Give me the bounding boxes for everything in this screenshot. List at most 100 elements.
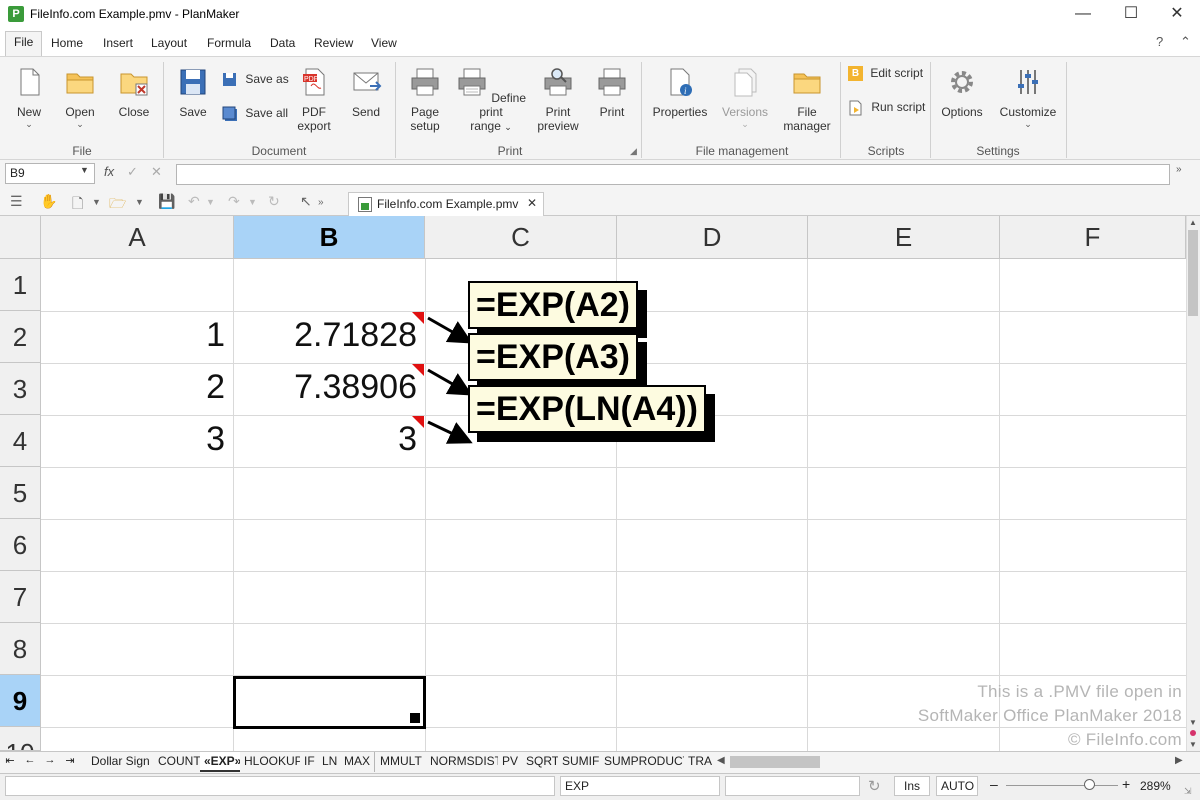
undo-icon[interactable]: ↶ xyxy=(188,193,200,210)
row-header-8[interactable]: 8 xyxy=(0,623,41,675)
properties-button[interactable]: i Properties xyxy=(650,66,710,119)
accept-check-icon[interactable]: ✓ xyxy=(127,164,138,180)
prev-sheet-icon[interactable]: ← xyxy=(20,754,40,766)
maximize-button[interactable]: ☐ xyxy=(1108,0,1154,30)
options-button[interactable]: Options xyxy=(938,66,986,119)
pointer-icon[interactable]: ↖ xyxy=(300,193,312,210)
row-header-3[interactable]: 3 xyxy=(0,363,41,415)
zoom-in-icon[interactable]: + xyxy=(1122,776,1130,792)
recalculate-icon[interactable]: ↻ xyxy=(868,777,881,795)
row-header-10[interactable]: 10 xyxy=(0,727,41,751)
column-header-c[interactable]: C xyxy=(425,216,617,259)
column-header-f[interactable]: F xyxy=(1000,216,1186,259)
row-header-7[interactable]: 7 xyxy=(0,571,41,623)
save-all-button[interactable]: Save all xyxy=(222,106,288,122)
tab-insert[interactable]: Insert xyxy=(103,34,133,52)
insert-mode-indicator[interactable]: Ins xyxy=(894,776,930,796)
zoom-level[interactable]: 289% xyxy=(1140,779,1171,793)
sheet-tab-sumif[interactable]: SUMIF xyxy=(558,752,605,772)
chevron-down-icon[interactable]: ▼ xyxy=(92,197,101,207)
row-header-6[interactable]: 6 xyxy=(0,519,41,571)
sheet-tab-hlookup[interactable]: HLOOKUP xyxy=(240,752,308,772)
tab-review[interactable]: Review xyxy=(314,34,353,52)
formula-input[interactable] xyxy=(176,164,1170,185)
page-setup-button[interactable]: Page setup xyxy=(403,66,447,133)
cancel-x-icon[interactable]: ✕ xyxy=(151,164,162,180)
save-button[interactable]: Save xyxy=(172,66,214,119)
help-button[interactable]: ? xyxy=(1156,34,1163,49)
function-icon[interactable]: fx xyxy=(104,164,114,179)
customize-button[interactable]: Customize ⌄ xyxy=(998,66,1058,129)
open-button[interactable]: Open ⌄ xyxy=(58,66,102,129)
row-header-4[interactable]: 4 xyxy=(0,415,41,467)
column-header-a[interactable]: A xyxy=(41,216,234,259)
fill-handle[interactable] xyxy=(410,713,420,723)
collapse-ribbon-button[interactable]: ⌃ xyxy=(1180,34,1191,50)
planmaker-app-icon[interactable]: P xyxy=(8,6,24,22)
open-folder-icon[interactable]: 🗁 xyxy=(109,193,126,217)
print-preview-button[interactable]: Print preview xyxy=(536,66,580,133)
expand-formula-icon[interactable]: » xyxy=(1176,164,1182,175)
sheet-tab-max[interactable]: MAX xyxy=(340,752,376,772)
chevron-down-icon[interactable]: ▼ xyxy=(135,197,144,207)
pdf-export-button[interactable]: PDF PDF export xyxy=(294,66,334,133)
selected-cell-b9[interactable] xyxy=(233,676,426,729)
cell-b3[interactable]: 7.38906 xyxy=(234,368,417,407)
split-marker-icon[interactable] xyxy=(1190,730,1196,736)
tab-formula[interactable]: Formula xyxy=(207,34,251,52)
tab-file[interactable]: File xyxy=(5,31,43,56)
repeat-icon[interactable]: ↻ xyxy=(268,193,280,210)
chevron-down-icon[interactable]: ▼ xyxy=(206,197,215,207)
resize-grip-icon[interactable]: ⇲ xyxy=(1184,786,1192,797)
new-button[interactable]: New ⌄ xyxy=(8,66,50,129)
save-as-button[interactable]: Save as xyxy=(222,72,289,88)
column-header-e[interactable]: E xyxy=(808,216,1000,259)
close-window-button[interactable]: ✕ xyxy=(1154,0,1200,30)
last-sheet-icon[interactable]: ⇥ xyxy=(60,754,80,767)
cell-a3[interactable]: 2 xyxy=(41,368,225,407)
sheet-tab-mmult[interactable]: MMULT xyxy=(376,752,427,772)
redo-icon[interactable]: ↷ xyxy=(228,193,240,210)
hamburger-menu-icon[interactable]: ☰ xyxy=(10,193,23,210)
column-header-d[interactable]: D xyxy=(617,216,808,259)
close-tab-icon[interactable]: ✕ xyxy=(527,196,537,210)
versions-button[interactable]: Versions ⌄ xyxy=(720,66,770,129)
close-button[interactable]: Close xyxy=(112,66,156,119)
cell-a4[interactable]: 3 xyxy=(41,420,225,459)
scroll-down-icon[interactable]: ▼ xyxy=(1189,718,1197,727)
row-header-1[interactable]: 1 xyxy=(0,259,41,311)
edit-script-button[interactable]: B Edit script xyxy=(848,66,923,82)
row-header-5[interactable]: 5 xyxy=(0,467,41,519)
select-all-corner[interactable] xyxy=(0,216,41,259)
sheet-tab-tra[interactable]: TRA xyxy=(684,752,716,772)
zoom-slider-thumb[interactable] xyxy=(1084,779,1095,790)
dialog-launcher-icon[interactable]: ◢ xyxy=(630,146,637,157)
sheet-tab-normsdist[interactable]: NORMSDIST xyxy=(426,752,507,772)
first-sheet-icon[interactable]: ⇤ xyxy=(0,754,20,767)
sheet-tab-ln[interactable]: LN xyxy=(318,752,343,772)
zoom-out-icon[interactable]: – xyxy=(990,776,998,792)
vertical-scroll-thumb[interactable] xyxy=(1188,230,1198,316)
tab-home[interactable]: Home xyxy=(51,34,83,52)
sheet-tab-dollar-sign[interactable]: Dollar Sign xyxy=(87,752,155,772)
define-print-range-button[interactable]: Define print range ⌄ xyxy=(455,66,527,134)
column-header-b[interactable]: B xyxy=(234,216,425,259)
tab-layout[interactable]: Layout xyxy=(151,34,187,52)
row-header-2[interactable]: 2 xyxy=(0,311,41,363)
row-header-9[interactable]: 9 xyxy=(0,675,41,727)
customize-toolbar-icon[interactable]: » xyxy=(318,197,324,208)
auto-calc-indicator[interactable]: AUTO xyxy=(936,776,978,796)
cell-b4[interactable]: 3 xyxy=(234,420,417,459)
scroll-left-icon[interactable]: ◀ xyxy=(717,755,725,766)
tab-view[interactable]: View xyxy=(371,34,397,52)
sheet-tab-sumproduct[interactable]: SUMPRODUCT xyxy=(600,752,695,772)
sheet-tab-pv[interactable]: PV xyxy=(498,752,524,772)
run-script-button[interactable]: Run script xyxy=(848,100,925,116)
page-down-icon[interactable]: ▼ xyxy=(1189,740,1197,749)
new-file-icon[interactable]: 🗋 xyxy=(72,193,83,217)
send-button[interactable]: Send xyxy=(345,66,387,119)
minimize-button[interactable]: — xyxy=(1060,0,1106,30)
sheet-tab-if[interactable]: IF xyxy=(300,752,320,772)
scroll-right-icon[interactable]: ▶ xyxy=(1175,755,1183,766)
print-button[interactable]: Print xyxy=(592,66,632,119)
